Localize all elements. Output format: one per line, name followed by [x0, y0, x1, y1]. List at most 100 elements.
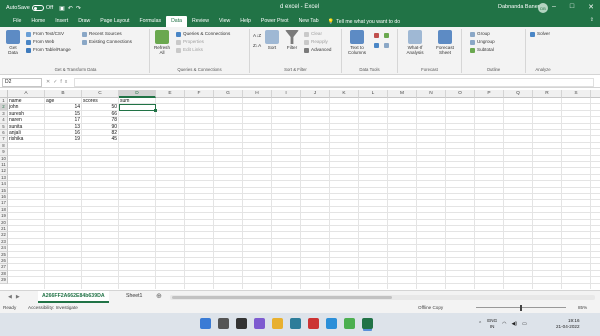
existing-connections-button[interactable]: Existing Connections — [82, 39, 132, 45]
text-to-columns-button[interactable]: Text to Columns — [346, 30, 368, 55]
tab-draw[interactable]: Draw — [73, 16, 95, 27]
maximize-icon[interactable]: □ — [570, 3, 574, 11]
close-icon[interactable]: ✕ — [588, 3, 594, 11]
add-sheet-icon[interactable]: ⊕ — [156, 292, 162, 300]
filter-button[interactable]: Filter — [284, 30, 300, 50]
remove-duplicates-icon[interactable] — [374, 43, 379, 48]
sort-z-a-button[interactable]: Z↓A — [253, 43, 261, 49]
worksheet-grid[interactable]: ABCDEFGHIJKLMNOPQRST12345678910111213141… — [0, 90, 600, 289]
column-header-d[interactable]: D — [119, 90, 156, 98]
undo-icon[interactable]: ↶ — [68, 6, 76, 12]
what-if-button[interactable]: What-If Analysis — [402, 30, 428, 55]
edit-links-button[interactable]: Edit Links — [176, 47, 203, 53]
sort-a-z-button[interactable]: A↓Z — [253, 33, 261, 39]
column-header-a[interactable]: A — [8, 90, 45, 98]
avatar[interactable]: DB — [538, 3, 548, 13]
solver-button[interactable]: Solver — [530, 31, 550, 37]
accessibility-status[interactable]: Accessibility: Investigate — [28, 303, 78, 313]
column-header-q[interactable]: Q — [504, 90, 533, 98]
tab-page-layout[interactable]: Page Layout — [95, 16, 134, 27]
column-header-h[interactable]: H — [243, 90, 272, 98]
relationships-icon[interactable] — [384, 43, 389, 48]
from-web-button[interactable]: From Web — [26, 39, 54, 45]
select-all-corner[interactable] — [0, 90, 8, 98]
windows-start-icon[interactable] — [200, 318, 211, 329]
active-cell-outline[interactable] — [119, 104, 157, 113]
reapply-button[interactable]: Reapply — [304, 39, 328, 45]
media-icon[interactable] — [308, 318, 319, 329]
chevron-up-icon[interactable]: ⌃ — [478, 321, 482, 327]
prev-sheet-icon[interactable]: ◀ — [8, 294, 16, 300]
data-validation-icon[interactable] — [384, 33, 389, 38]
forecast-sheet-button[interactable]: Forecast Sheet — [432, 30, 458, 55]
cell-a7[interactable]: rishika — [9, 136, 43, 142]
properties-button[interactable]: Properties — [176, 39, 204, 45]
subtotal-button[interactable]: Subtotal — [470, 47, 494, 53]
group-button[interactable]: Group — [470, 31, 490, 37]
advanced-button[interactable]: Advanced — [304, 47, 331, 53]
column-header-c[interactable]: C — [82, 90, 119, 98]
column-header-l[interactable]: L — [359, 90, 388, 98]
fx-icon[interactable]: fx — [60, 79, 70, 85]
get-data-button[interactable]: Get Data — [4, 30, 22, 55]
queries-connections-button[interactable]: Queries & Connections — [176, 31, 230, 37]
column-header-r[interactable]: R — [533, 90, 562, 98]
tab-insert[interactable]: Insert — [50, 16, 73, 27]
sort-button[interactable]: Sort — [264, 30, 280, 50]
tab-new-tab[interactable]: New Tab — [294, 16, 324, 27]
save-icon[interactable]: ▣ — [59, 6, 68, 12]
store-icon[interactable] — [290, 318, 301, 329]
chrome-icon[interactable] — [344, 318, 355, 329]
column-header-b[interactable]: B — [45, 90, 82, 98]
horizontal-scrollbar[interactable] — [170, 295, 595, 300]
tab-view[interactable]: View — [214, 16, 235, 27]
tab-home[interactable]: Home — [26, 16, 50, 27]
tab-help[interactable]: Help — [235, 16, 256, 27]
search-icon[interactable] — [218, 318, 229, 329]
redo-icon[interactable]: ↷ — [76, 6, 84, 12]
sheet-tab-active[interactable]: A266FF2A662E84b639DA — [38, 291, 109, 303]
zoom-slider-knob[interactable] — [520, 305, 522, 311]
language-indicator[interactable]: ENG IN — [487, 318, 497, 329]
name-box[interactable]: D2 — [2, 78, 42, 87]
from-table-range-button[interactable]: From Table/Range — [26, 47, 71, 53]
excel-icon[interactable] — [362, 318, 373, 329]
column-header-t[interactable]: T — [591, 90, 600, 98]
from-text-csv-button[interactable]: From Text/CSV — [26, 31, 64, 37]
ungroup-button[interactable]: Ungroup — [470, 39, 495, 45]
recent-sources-button[interactable]: Recent Sources — [82, 31, 122, 37]
tab-file[interactable]: File — [8, 16, 26, 27]
widgets-icon[interactable] — [254, 318, 265, 329]
tab-power-pivot[interactable]: Power Pivot — [256, 16, 294, 27]
column-header-o[interactable]: O — [446, 90, 475, 98]
tell-me-search[interactable]: 💡 Tell me what you want to do — [328, 19, 400, 25]
column-header-m[interactable]: M — [388, 90, 417, 98]
column-header-j[interactable]: J — [301, 90, 330, 98]
minimize-icon[interactable]: – — [552, 3, 556, 11]
cell-c7[interactable]: 45 — [83, 136, 117, 142]
row-header-29[interactable]: 29 — [0, 277, 8, 284]
next-sheet-icon[interactable]: ▶ — [16, 294, 24, 300]
cell-b7[interactable]: 19 — [46, 136, 80, 142]
column-header-f[interactable]: F — [185, 90, 214, 98]
share-icon[interactable]: ⇪ — [590, 17, 594, 23]
tab-formulas[interactable]: Formulas — [134, 16, 166, 27]
column-header-i[interactable]: I — [272, 90, 301, 98]
clear-button[interactable]: Clear — [304, 31, 322, 37]
clock[interactable]: 19:16 21-04-2022 — [556, 318, 580, 330]
tab-review[interactable]: Review — [187, 16, 214, 27]
tab-data[interactable]: Data — [166, 16, 188, 27]
file-explorer-icon[interactable] — [272, 318, 283, 329]
battery-icon[interactable]: ▭ — [522, 321, 527, 327]
column-header-n[interactable]: N — [417, 90, 446, 98]
column-header-s[interactable]: S — [562, 90, 591, 98]
sheet-tab-sheet1[interactable]: Sheet1 — [122, 291, 146, 303]
autosave-toggle[interactable]: AutoSave Off — [6, 5, 53, 11]
flash-fill-icon[interactable] — [374, 33, 379, 38]
volume-icon[interactable]: ◀) — [512, 321, 518, 327]
formula-input[interactable] — [74, 78, 594, 87]
wifi-icon[interactable]: ◠ — [502, 321, 506, 327]
task-view-icon[interactable] — [236, 318, 247, 329]
zoom-level[interactable]: 85% — [578, 303, 587, 313]
column-header-g[interactable]: G — [214, 90, 243, 98]
